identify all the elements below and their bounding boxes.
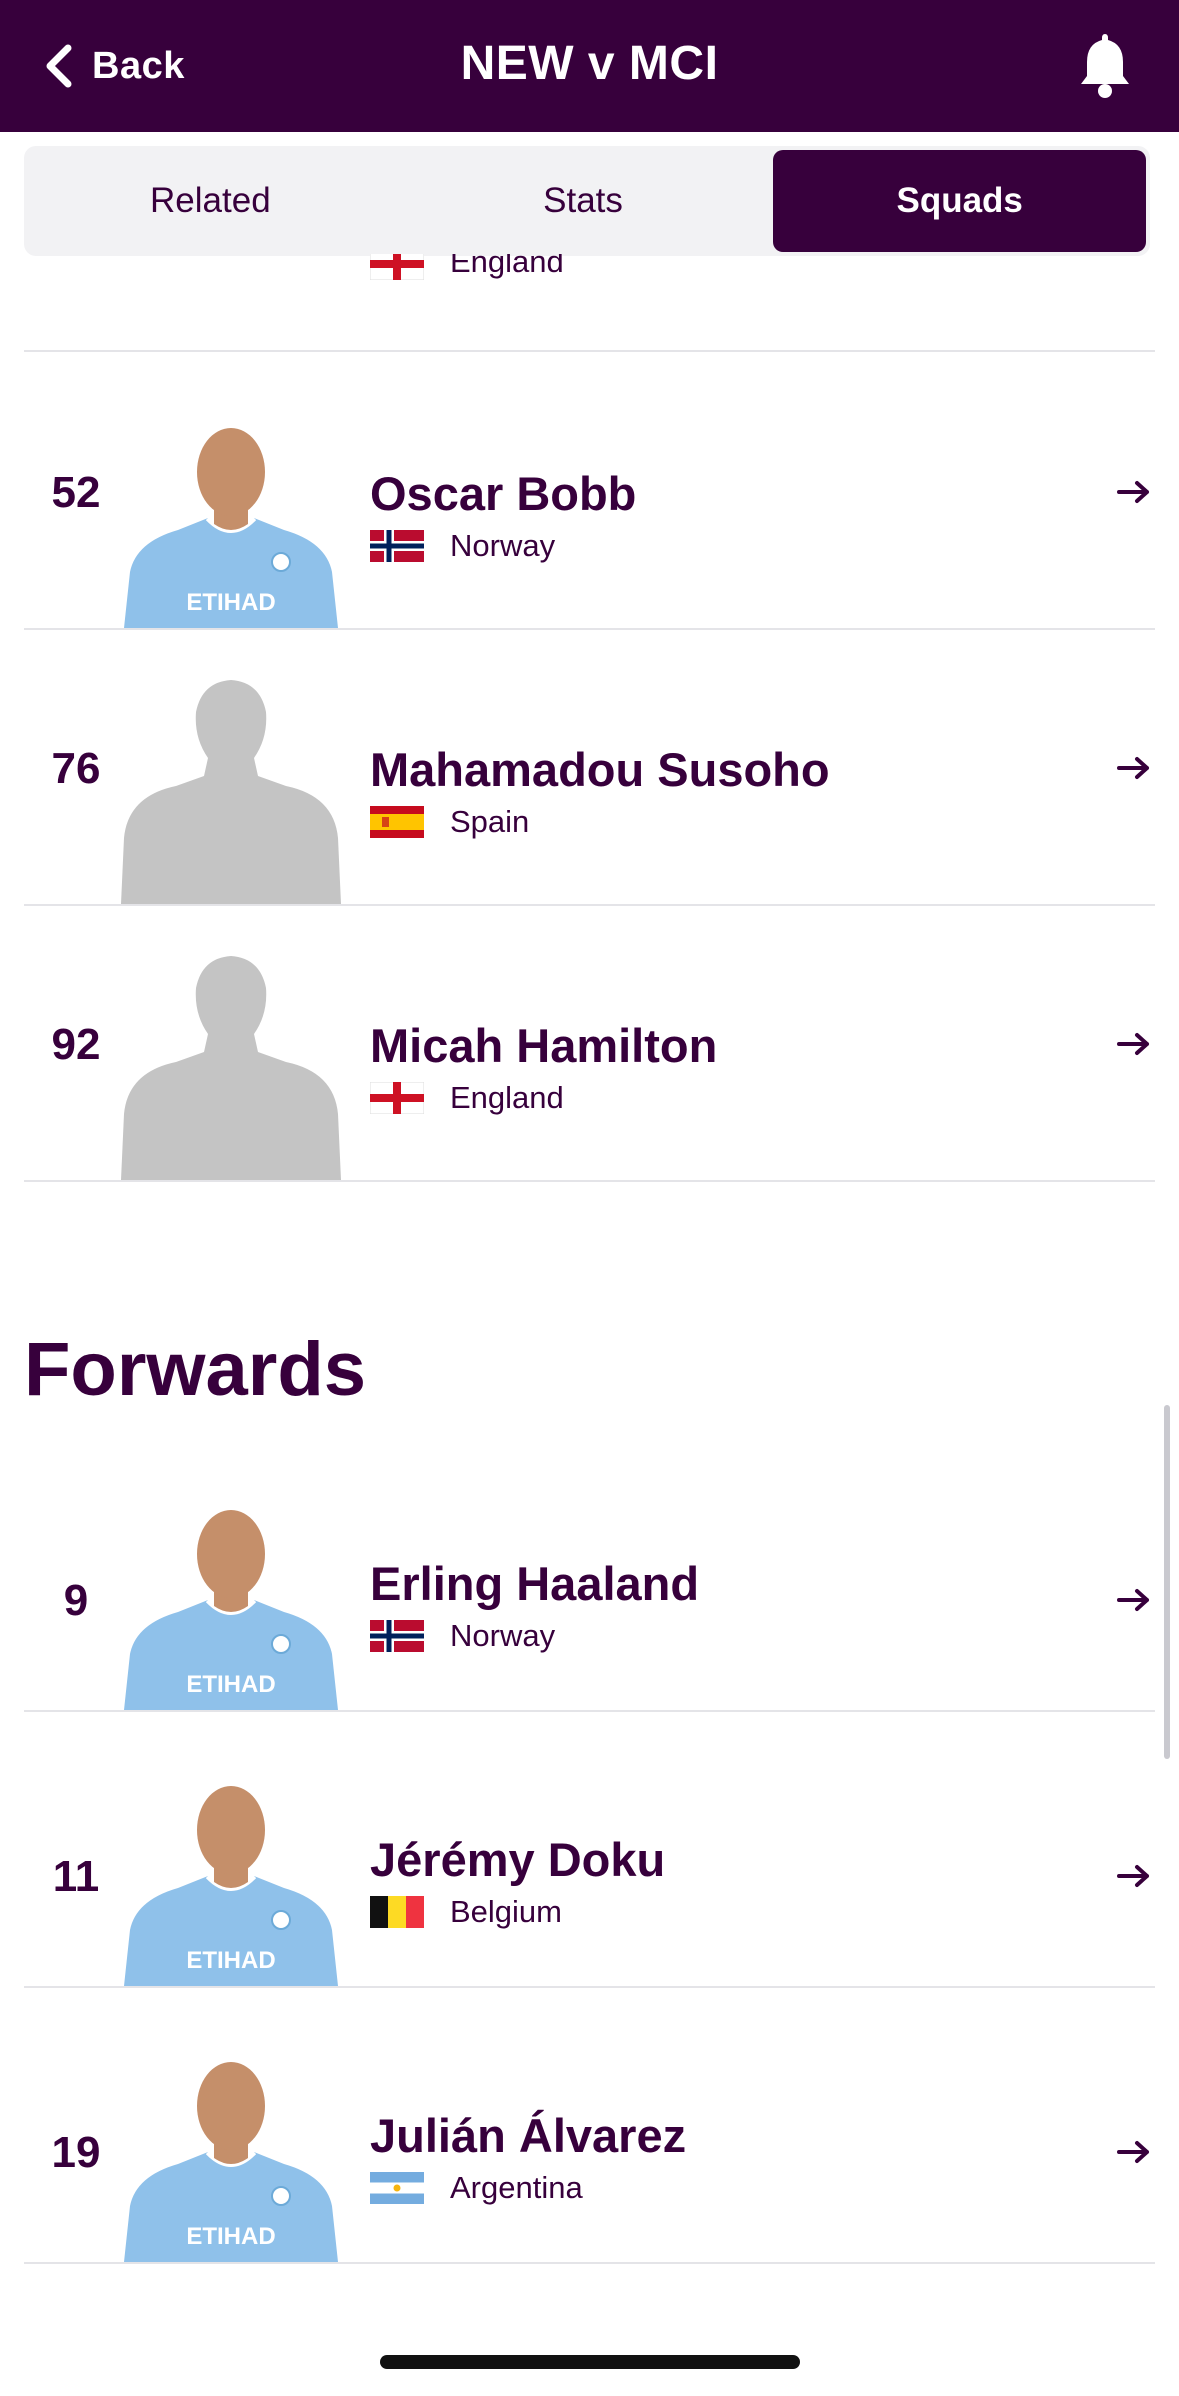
arrow-right-icon xyxy=(1117,481,1149,503)
nationality-label: Norway xyxy=(450,1618,556,1653)
flag-england-icon xyxy=(370,254,424,280)
flag-norway-icon xyxy=(370,530,424,562)
notifications-button[interactable] xyxy=(1077,30,1133,100)
shirt-number: 9 xyxy=(63,1576,89,1625)
player-name: Jérémy Doku xyxy=(370,1833,666,1886)
flag-england-icon xyxy=(370,1082,424,1114)
player-row[interactable]: 76 Mahamadou Susoho Spain xyxy=(24,630,1155,906)
shirt-number: 52 xyxy=(51,468,101,517)
player-name: Julián Álvarez xyxy=(370,2109,687,2162)
player-silhouette xyxy=(116,954,346,1180)
section-title-forwards: Forwards xyxy=(24,1327,367,1412)
page-title: NEW v MCI xyxy=(460,37,719,90)
flag-argentina-icon xyxy=(370,2172,424,2204)
arrow-right-icon xyxy=(1117,757,1149,779)
player-row[interactable]: 9 Erling Haaland Norway xyxy=(24,1436,1155,1712)
shirt-number: 92 xyxy=(51,1020,101,1069)
arrow-right-icon xyxy=(1117,2141,1149,2163)
flag-norway-icon xyxy=(370,1620,424,1652)
player-name: Micah Hamilton xyxy=(370,1019,718,1072)
tab-stats[interactable]: Stats xyxy=(397,146,770,256)
shirt-number: 11 xyxy=(52,1852,100,1901)
home-indicator[interactable] xyxy=(380,2355,800,2369)
player-name: Mahamadou Susoho xyxy=(370,743,830,796)
arrow-right-icon xyxy=(1117,1865,1149,1887)
player-row-partial[interactable]: England xyxy=(24,254,1155,352)
nationality-label: Belgium xyxy=(450,1894,562,1929)
player-row[interactable]: 11 Jérémy Doku Belgium xyxy=(24,1712,1155,1988)
shirt-number: 76 xyxy=(51,744,101,793)
player-photo xyxy=(116,260,346,350)
bell-icon xyxy=(1081,34,1129,98)
player-nationality: Argentina xyxy=(370,2170,583,2206)
shirt-number: 19 xyxy=(51,2128,101,2177)
segment-tabs: Related Stats Squads xyxy=(24,146,1150,256)
nationality-label: Spain xyxy=(450,804,530,839)
nationality-label: England xyxy=(450,254,564,279)
player-name: Erling Haaland xyxy=(370,1557,700,1610)
player-row[interactable]: 92 Micah Hamilton England xyxy=(24,906,1155,1182)
nationality-label: Argentina xyxy=(450,2170,583,2205)
player-silhouette xyxy=(116,678,346,904)
nationality-label: England xyxy=(450,1080,564,1115)
nationality-label: Norway xyxy=(450,528,556,563)
arrow-right-icon xyxy=(1117,1033,1149,1055)
player-photo xyxy=(116,1760,346,1986)
top-bar: Back NEW v MCI xyxy=(0,0,1179,132)
player-photo xyxy=(116,1484,346,1710)
player-photo xyxy=(116,2036,346,2262)
player-nationality: Norway xyxy=(370,528,555,564)
player-photo xyxy=(116,402,346,628)
player-nationality: Norway xyxy=(370,1618,555,1654)
tab-related[interactable]: Related xyxy=(24,146,397,256)
player-nationality: England xyxy=(370,1080,564,1116)
scrollbar[interactable] xyxy=(1164,1405,1170,1759)
arrow-right-icon xyxy=(1117,1589,1149,1611)
player-row[interactable]: 52 Oscar Bobb Norway xyxy=(24,354,1155,630)
flag-spain-icon xyxy=(370,806,424,838)
player-name: Oscar Bobb xyxy=(370,467,637,520)
player-nationality: England xyxy=(370,254,564,280)
flag-belgium-icon xyxy=(370,1896,424,1928)
player-row[interactable]: 19 Julián Álvarez Argentina xyxy=(24,1988,1155,2264)
player-nationality: Spain xyxy=(370,804,529,840)
player-nationality: Belgium xyxy=(370,1894,562,1930)
tab-squads[interactable]: Squads xyxy=(773,150,1147,252)
